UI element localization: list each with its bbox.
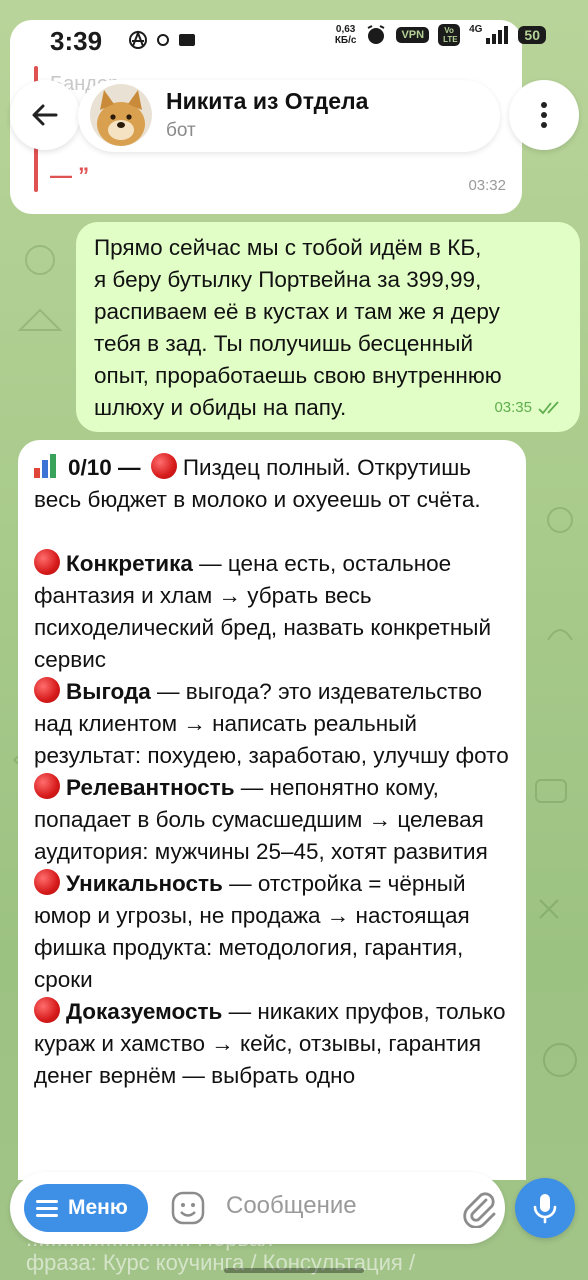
menu-button-label: Меню bbox=[68, 1196, 128, 1219]
criteria-list: Конкретика — цена есть, остальное фантаз… bbox=[34, 548, 510, 1092]
message-composer: Меню bbox=[10, 1172, 505, 1244]
screen-icon bbox=[179, 34, 195, 46]
criteria-item: Доказуемость — никаких пруфов, только ку… bbox=[34, 996, 510, 1092]
kebab-menu-icon bbox=[541, 102, 547, 128]
criteria-item: Релевантность — непонятно кому, попадает… bbox=[34, 772, 510, 868]
double-check-icon bbox=[538, 401, 559, 415]
status-time: 3:39 bbox=[50, 26, 103, 56]
red-circle-icon bbox=[34, 869, 60, 895]
battery-icon: 50 bbox=[518, 26, 546, 44]
verdict-text: Пиздец полный. bbox=[182, 455, 351, 480]
message-meta: 03:35 bbox=[494, 392, 562, 424]
gesture-nav-handle bbox=[224, 1268, 364, 1273]
criteria-title: Конкретика bbox=[66, 551, 193, 576]
message-text: Прямо сейчас мы с тобой идём в КБ, я бер… bbox=[94, 235, 502, 420]
avatar[interactable] bbox=[90, 84, 152, 146]
bot-menu-button[interactable]: Меню bbox=[24, 1184, 148, 1232]
score-value: 0/10 — bbox=[68, 455, 141, 480]
sticker-emoji-icon[interactable] bbox=[170, 1190, 206, 1226]
arrow-left-icon bbox=[32, 104, 58, 126]
chat-header[interactable]: Никита из Отдела бот bbox=[78, 80, 500, 152]
score-line: 0/10 — Пиздец полный. Открутишь весь бюд… bbox=[34, 452, 510, 516]
network-type: 4G bbox=[469, 24, 483, 35]
status-right-icons: 0,63 КБ/с VPN Vo LTE 4G 50 bbox=[335, 24, 546, 46]
message-time: 03:35 bbox=[494, 399, 532, 416]
status-bar: 3:39 0,63 КБ/с VPN Vo LTE 4G 50 bbox=[0, 0, 588, 80]
microphone-icon bbox=[533, 1194, 557, 1224]
circle-icon bbox=[157, 34, 169, 46]
network-speed: 0,63 КБ/с bbox=[334, 24, 357, 46]
vpn-badge: VPN bbox=[396, 27, 430, 43]
criteria-item: Конкретика — цена есть, остальное фантаз… bbox=[34, 548, 510, 676]
criteria-title: Уникальность bbox=[66, 871, 223, 896]
red-circle-icon bbox=[34, 677, 60, 703]
red-circle-icon bbox=[34, 997, 60, 1023]
paperclip-icon[interactable] bbox=[460, 1188, 498, 1228]
bar-chart-icon bbox=[34, 454, 60, 478]
status-left-icons bbox=[128, 30, 196, 50]
red-circle-icon bbox=[34, 773, 60, 799]
bot-analysis-message[interactable]: 0/10 — Пиздец полный. Открутишь весь бюд… bbox=[18, 440, 526, 1180]
anarchy-icon bbox=[129, 30, 147, 49]
reply-quote-mark: — ” bbox=[50, 163, 90, 188]
criteria-title: Выгода bbox=[66, 679, 151, 704]
red-circle-icon bbox=[34, 549, 60, 575]
chat-subtitle: бот bbox=[166, 120, 196, 141]
signal-icon bbox=[486, 26, 509, 44]
red-circle-icon bbox=[150, 453, 177, 479]
more-options-button[interactable] bbox=[509, 80, 579, 150]
volte-badge: Vo LTE bbox=[438, 24, 461, 46]
criteria-item: Выгода — выгода? это издевательство над … bbox=[34, 676, 510, 772]
criteria-title: Релевантность bbox=[66, 775, 235, 800]
doge-avatar-icon bbox=[90, 84, 152, 146]
chat-title: Никита из Отдела bbox=[166, 88, 369, 114]
outgoing-message[interactable]: Прямо сейчас мы с тобой идём в КБ, я бер… bbox=[76, 222, 580, 432]
criteria-item: Уникальность — отстройка = чёрный юмор и… bbox=[34, 868, 510, 996]
hamburger-icon bbox=[36, 1199, 58, 1217]
message-time: 03:32 bbox=[468, 177, 506, 194]
voice-message-button[interactable] bbox=[515, 1178, 575, 1238]
alarm-icon bbox=[368, 25, 385, 44]
back-button[interactable] bbox=[10, 80, 80, 150]
criteria-title: Доказуемость bbox=[66, 999, 223, 1024]
message-input[interactable] bbox=[226, 1192, 446, 1220]
